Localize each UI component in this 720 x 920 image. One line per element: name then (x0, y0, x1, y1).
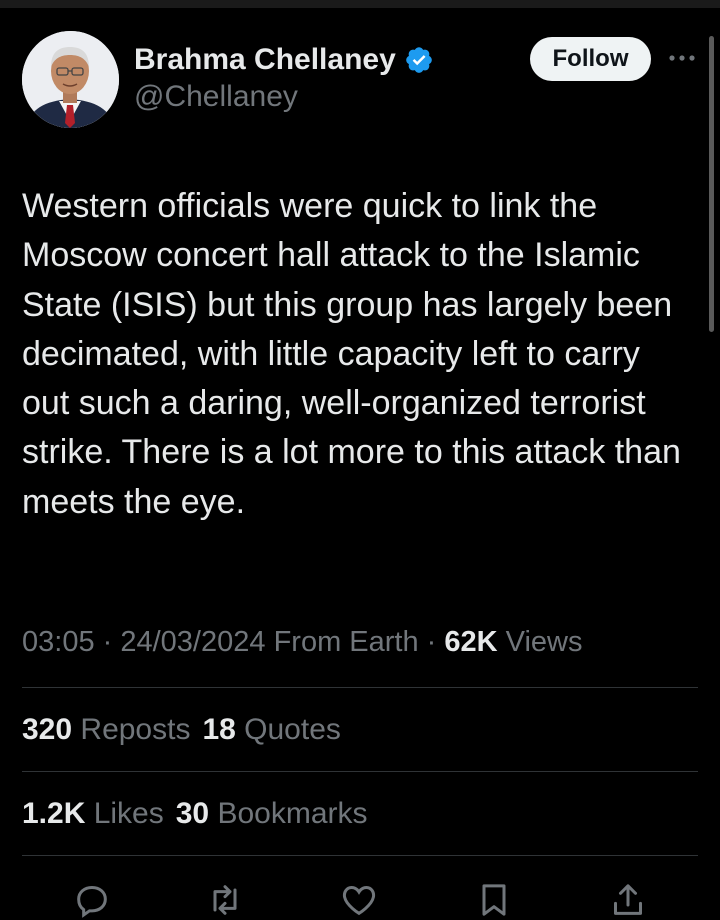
divider (22, 687, 698, 688)
quotes-count: 18 (202, 713, 236, 746)
avatar[interactable] (22, 31, 119, 128)
bookmarks-count: 30 (175, 797, 210, 830)
meta-separator: · (94, 626, 121, 658)
reposts-link[interactable]: 320 Reposts (22, 713, 190, 746)
views-count[interactable]: 62K (444, 626, 497, 658)
bookmark-icon (482, 884, 506, 916)
tweet-source: From Earth (265, 626, 419, 658)
bookmark-button[interactable] (474, 880, 514, 920)
tweet-meta: 03:05 · 24/03/2024 From Earth · 62K View… (22, 620, 582, 664)
quotes-link[interactable]: 18 Quotes (202, 713, 340, 746)
more-options-button[interactable] (666, 48, 698, 68)
author-name-row[interactable]: Brahma Chellaney (134, 40, 434, 80)
like-icon (342, 885, 376, 916)
likes-link[interactable]: 1.2K Likes (22, 797, 164, 830)
author-handle[interactable]: @Chellaney (134, 80, 298, 114)
reposts-quotes-row: 320 Reposts 18 Quotes (22, 708, 341, 752)
tweet-time[interactable]: 03:05 (22, 626, 95, 658)
action-bar (0, 870, 720, 920)
likes-count: 1.2K (22, 797, 86, 830)
likes-label: Likes (85, 797, 164, 830)
reposts-label: Reposts (72, 713, 191, 746)
bookmarks-label: Bookmarks (209, 797, 368, 830)
divider (22, 855, 698, 856)
top-edge (0, 0, 720, 8)
like-button[interactable] (339, 880, 379, 920)
repost-button[interactable] (205, 880, 245, 920)
likes-bookmarks-row: 1.2K Likes 30 Bookmarks (22, 792, 368, 836)
views-label[interactable]: Views (498, 626, 583, 658)
scrollbar[interactable] (709, 36, 714, 332)
author-name[interactable]: Brahma Chellaney (134, 43, 396, 77)
reply-icon (77, 885, 107, 918)
meta-separator: · (418, 626, 445, 658)
share-icon (614, 884, 642, 915)
verified-badge-icon (405, 47, 432, 73)
share-button[interactable] (608, 880, 648, 920)
divider (22, 771, 698, 772)
more-dots-icon (669, 55, 695, 61)
avatar-portrait (22, 31, 119, 128)
quotes-label: Quotes (235, 713, 341, 746)
repost-icon (213, 885, 237, 915)
tweet-date[interactable]: 24/03/2024 (120, 626, 265, 658)
reposts-count: 320 (22, 713, 73, 746)
reply-button[interactable] (72, 880, 112, 920)
bookmarks-link[interactable]: 30 Bookmarks (176, 797, 368, 830)
tweet-text: Western officials were quick to link the… (22, 187, 681, 521)
follow-button[interactable]: Follow (530, 37, 651, 81)
